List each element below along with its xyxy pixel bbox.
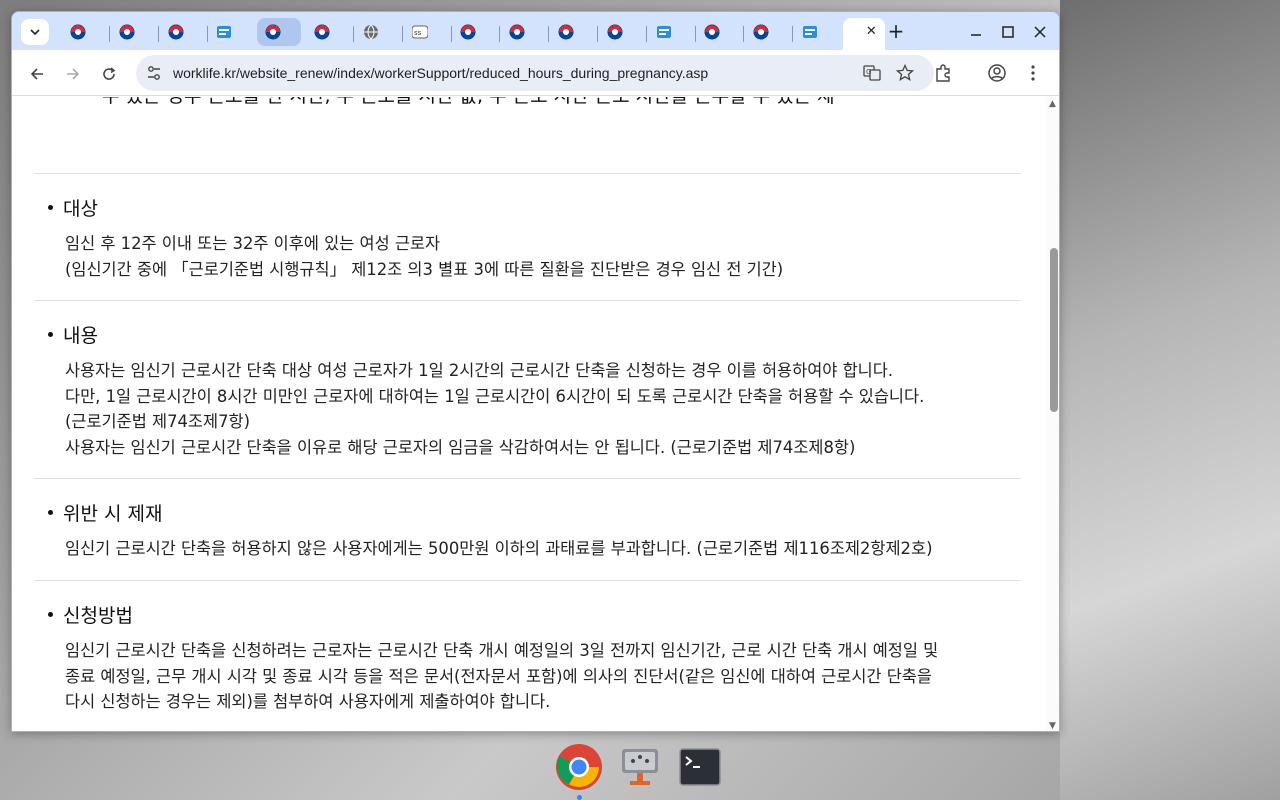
- section-body: 임신기 근로시간 단축을 신청하려는 근로자는 근로시간 단축 개시 예정일의 …: [65, 641, 939, 711]
- minimize-button[interactable]: [965, 21, 987, 43]
- tab-separator: [645, 26, 647, 42]
- new-tab-button[interactable]: +: [884, 20, 908, 44]
- close-tab-icon[interactable]: ✕: [866, 25, 877, 38]
- tab-search-button[interactable]: [21, 19, 49, 45]
- terminal-icon: [679, 748, 721, 786]
- section-body: 사용자는 임신기 근로시간 단축 대상 여성 근로자가 1일 2시간의 근로시간…: [65, 361, 925, 457]
- scroll-down-icon[interactable]: ▼: [1049, 721, 1056, 731]
- tab-4[interactable]: [208, 18, 252, 46]
- gov-emblem-icon: [607, 24, 623, 40]
- gov-emblem-icon: [509, 24, 525, 40]
- section-heading: 내용: [48, 321, 98, 348]
- back-button[interactable]: [23, 60, 51, 88]
- gov-emblem-icon: [753, 24, 769, 40]
- tab-7[interactable]: [355, 18, 399, 46]
- browser-window: ss ✕ + worklife.kr/website_renew/index/w…: [11, 11, 1060, 732]
- taskbar-chrome[interactable]: [555, 743, 603, 791]
- tab-2[interactable]: [111, 18, 155, 46]
- browser-toolbar: worklife.kr/website_renew/index/workerSu…: [12, 50, 1059, 96]
- network-icon: [622, 749, 658, 785]
- tab-separator: [401, 26, 403, 42]
- svg-text:G: G: [866, 68, 871, 76]
- translate-icon[interactable]: G: [863, 64, 881, 82]
- document-icon: [803, 26, 817, 38]
- tab-16[interactable]: [794, 18, 838, 46]
- taskbar-terminal[interactable]: [676, 743, 724, 791]
- desktop-background: [1060, 0, 1280, 800]
- gov-emblem-icon: [70, 24, 86, 40]
- tab-12[interactable]: [599, 18, 643, 46]
- chrome-icon: [556, 744, 602, 790]
- gov-emblem-icon: [168, 24, 184, 40]
- gov-emblem-icon: [119, 24, 135, 40]
- close-icon: [1034, 26, 1046, 38]
- tab-separator: [353, 26, 354, 42]
- section-penalty: 위반 시 제재 임신기 근로시간 단축을 허용하지 않은 사용자에게는 500만…: [34, 478, 1021, 580]
- taskbar-network-tool[interactable]: [616, 743, 664, 791]
- bullet-icon: [48, 612, 53, 617]
- globe-icon: [363, 24, 378, 40]
- section-body: 임신 후 12주 이내 또는 32주 이후에 있는 여성 근로자 (임신기간 중…: [65, 234, 784, 279]
- extensions-icon[interactable]: [933, 63, 953, 83]
- forward-button[interactable]: [59, 60, 87, 88]
- vertical-scrollbar[interactable]: ▲ ▼: [1046, 97, 1059, 731]
- tab-3[interactable]: [160, 18, 204, 46]
- chrome-running-indicator: [577, 795, 582, 800]
- gov-emblem-icon: [265, 24, 281, 40]
- minimize-icon: [971, 34, 981, 36]
- menu-icon[interactable]: [1023, 63, 1043, 83]
- section-target: 대상 임신 후 12주 이내 또는 32주 이후에 있는 여성 근로자 (임신기…: [34, 173, 1021, 300]
- chevron-down-icon: [30, 29, 40, 36]
- section-heading: 신청방법: [48, 601, 133, 628]
- bullet-icon: [48, 510, 53, 515]
- document-icon: [656, 26, 671, 38]
- reload-button[interactable]: [95, 60, 123, 88]
- bullet-icon: [48, 205, 53, 210]
- section-heading: 대상: [48, 194, 98, 221]
- tab-separator: [109, 26, 110, 42]
- section-application: 신청방법 임신기 근로시간 단축을 신청하려는 근로자는 근로시간 단축 개시 …: [34, 580, 1021, 731]
- site-info-icon[interactable]: [144, 63, 164, 83]
- gov-emblem-icon: [460, 24, 476, 40]
- section-heading: 위반 시 제재: [48, 499, 162, 526]
- reload-icon: [103, 67, 116, 80]
- tab-6[interactable]: [306, 18, 350, 46]
- address-bar[interactable]: worklife.kr/website_renew/index/workerSu…: [136, 55, 934, 91]
- arrow-left-icon: [30, 68, 43, 80]
- tab-1[interactable]: [62, 18, 106, 46]
- svg-text:ss: ss: [414, 29, 422, 37]
- tab-13[interactable]: [648, 18, 692, 46]
- scrollbar-thumb[interactable]: [1050, 248, 1058, 412]
- tab-14[interactable]: [696, 18, 740, 46]
- cut-off-text: 수 있는 경우 근로를 한 시간, 수 근로를 시간 값, 수 근로 시간 근로…: [102, 97, 835, 108]
- tab-15[interactable]: [745, 18, 789, 46]
- gov-emblem-icon: [558, 24, 574, 40]
- tab-8[interactable]: ss: [404, 18, 448, 46]
- maximize-icon: [1002, 26, 1014, 38]
- bullet-icon: [48, 332, 53, 337]
- tab-10[interactable]: [501, 18, 545, 46]
- tab-17[interactable]: ✕: [842, 18, 885, 50]
- close-window-button[interactable]: [1029, 21, 1051, 43]
- tab-separator: [157, 26, 159, 42]
- gov-emblem-icon: [704, 24, 720, 40]
- site-logo-icon: ss: [411, 25, 428, 39]
- scroll-up-icon[interactable]: ▲: [1049, 99, 1056, 109]
- tab-9[interactable]: [452, 18, 496, 46]
- document-icon: [217, 26, 232, 38]
- arrow-right-icon: [67, 68, 80, 80]
- profile-icon[interactable]: [987, 63, 1007, 83]
- tab-separator: [597, 26, 598, 42]
- section-body: 임신기 근로시간 단축을 허용하지 않은 사용자에게는 500만원 이하의 과태…: [65, 539, 933, 558]
- maximize-button[interactable]: [997, 21, 1019, 43]
- tab-5[interactable]: [257, 18, 302, 46]
- page-viewport: 수 있는 경우 근로를 한 시간, 수 근로를 시간 값, 수 근로 시간 근로…: [12, 97, 1046, 731]
- section-content: 내용 사용자는 임신기 근로시간 단축 대상 여성 근로자가 1일 2시간의 근…: [34, 300, 1021, 478]
- tab-strip: ss ✕ +: [12, 12, 1059, 50]
- tab-11[interactable]: [550, 18, 594, 46]
- gov-emblem-icon: [314, 24, 330, 40]
- star-icon[interactable]: [896, 64, 914, 82]
- url-text[interactable]: worklife.kr/website_renew/index/workerSu…: [173, 65, 708, 81]
